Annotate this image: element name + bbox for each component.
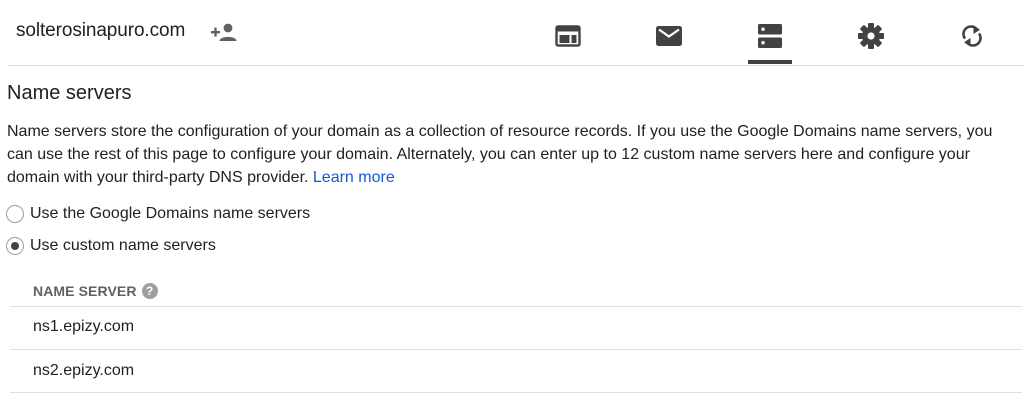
- divider: [8, 65, 1024, 66]
- column-header-label: NAME SERVER: [33, 283, 137, 299]
- gear-icon: [858, 23, 884, 49]
- name-server-row: ns1.epizy.com: [33, 318, 135, 335]
- domain-name: solterosinapuro.com: [16, 20, 186, 41]
- option-custom-name-servers[interactable]: Use custom name servers: [6, 237, 216, 255]
- section-title: Name servers: [7, 82, 132, 104]
- section-description: Name servers store the configuration of …: [7, 120, 1022, 189]
- top-bar: solterosinapuro.com: [0, 0, 1024, 66]
- tab-email[interactable]: [647, 14, 691, 58]
- sync-icon: [962, 25, 982, 47]
- tab-settings[interactable]: [849, 14, 893, 58]
- dns-icon: [758, 24, 782, 48]
- radio-google[interactable]: [6, 205, 24, 223]
- help-icon[interactable]: ?: [141, 283, 158, 299]
- description-text: Name servers store the configuration of …: [7, 123, 993, 186]
- option-google-label: Use the Google Domains name servers: [30, 205, 311, 222]
- tab-dns[interactable]: [748, 14, 792, 58]
- mail-icon: [656, 26, 682, 46]
- option-google-name-servers[interactable]: Use the Google Domains name servers: [6, 205, 310, 223]
- option-custom-label: Use custom name servers: [30, 237, 216, 254]
- tab-website[interactable]: [546, 14, 590, 58]
- person-add-icon[interactable]: [211, 23, 237, 41]
- web-icon: [555, 25, 581, 47]
- table-divider: [10, 306, 1022, 307]
- active-tab-indicator: [748, 60, 792, 64]
- radio-custom[interactable]: [6, 237, 24, 255]
- tab-sync[interactable]: [950, 14, 994, 58]
- learn-more-link[interactable]: Learn more: [313, 169, 395, 186]
- name-server-column-header: NAME SERVER ?: [33, 283, 158, 299]
- table-divider: [10, 349, 1022, 350]
- table-divider: [10, 392, 1022, 393]
- radio-selected-dot: [11, 242, 19, 250]
- name-server-row: ns2.epizy.com: [33, 362, 135, 379]
